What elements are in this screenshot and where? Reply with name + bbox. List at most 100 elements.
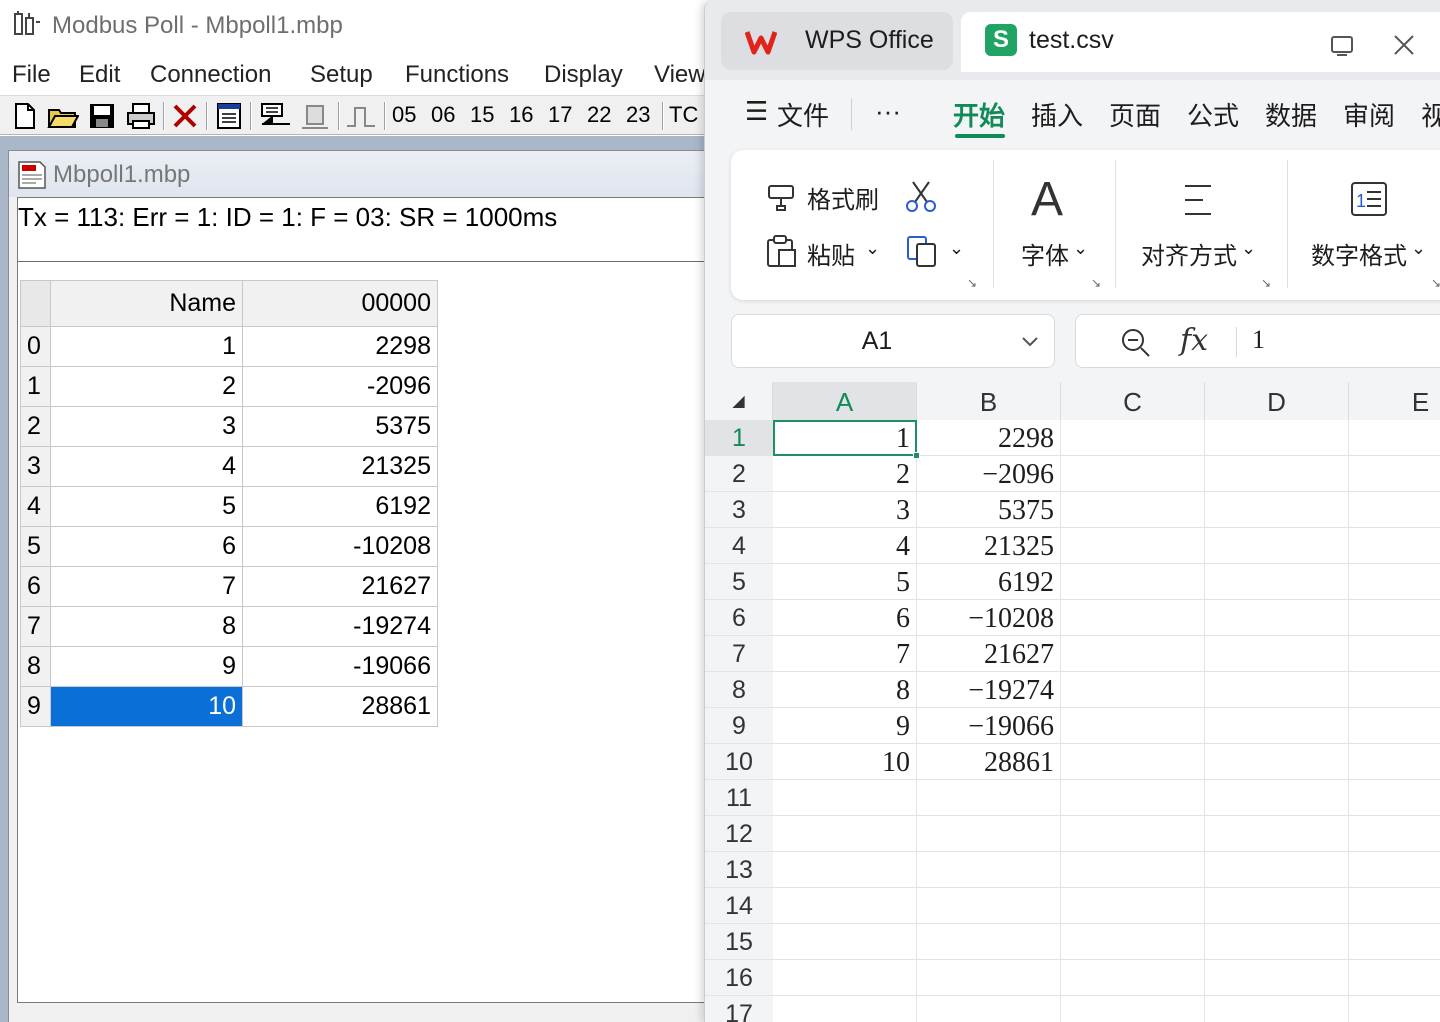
cell-b14[interactable] [917,888,1061,924]
row-header[interactable]: 8 [20,646,51,687]
name-cell[interactable]: 5 [50,486,243,527]
cell-d16[interactable] [1205,960,1349,996]
row-header[interactable]: 0 [20,326,51,367]
alignment-label[interactable]: 对齐方式 [1141,236,1237,271]
cell-c17[interactable] [1061,996,1205,1022]
format-painter-icon[interactable] [765,180,799,212]
menu-connection[interactable]: Connection [150,61,271,89]
value-cell[interactable]: -10208 [242,526,438,567]
alignment-dialog-launcher-icon[interactable]: ↘ [1261,276,1271,290]
cell-e16[interactable] [1349,960,1440,996]
font-dialog-launcher-icon[interactable]: ↘ [1091,276,1101,290]
cell-d17[interactable] [1205,996,1349,1022]
copy-icon[interactable] [905,234,941,268]
row-header-2[interactable]: 2 [705,456,773,492]
row-header-1[interactable]: 1 [705,420,773,456]
print-icon[interactable] [124,100,158,132]
number-format-dialog-launcher-icon[interactable]: ↘ [1431,276,1440,290]
value-cell[interactable]: -19066 [242,646,438,687]
table-row[interactable]: 3 4 21325 [20,446,438,487]
copy-dropdown-icon[interactable]: ⌄ [949,238,964,259]
name-cell[interactable]: 6 [50,526,243,567]
cell-a13[interactable] [773,852,917,888]
cell-b11[interactable] [917,780,1061,816]
cell-c9[interactable] [1061,708,1205,744]
row-header-6[interactable]: 6 [705,600,773,636]
cell-c16[interactable] [1061,960,1205,996]
cell-c8[interactable] [1061,672,1205,708]
paste-icon[interactable] [765,234,799,268]
table-row[interactable]: 4 5 6192 [20,486,438,527]
cell-c1[interactable] [1061,420,1205,456]
cell-d8[interactable] [1205,672,1349,708]
cell-d12[interactable] [1205,816,1349,852]
fx-icon[interactable]: fx [1180,323,1208,358]
chevron-down-icon[interactable] [1020,331,1040,351]
more-menu-icon[interactable]: ··· [875,96,901,127]
disconnect-icon[interactable] [297,100,333,132]
cell-d1[interactable] [1205,420,1349,456]
row-header[interactable]: 5 [20,526,51,567]
row-header[interactable]: 1 [20,366,51,407]
column-header-address[interactable]: 00000 [242,280,438,327]
cell-a9[interactable]: 9 [773,708,917,744]
cell-a8[interactable]: 8 [773,672,917,708]
cell-a10[interactable]: 10 [773,744,917,780]
row-header-7[interactable]: 7 [705,636,773,672]
cell-e9[interactable] [1349,708,1440,744]
name-cell[interactable]: 10 [50,686,243,727]
table-row[interactable]: 5 6 -10208 [20,526,438,567]
row-header-11[interactable]: 11 [705,780,773,816]
name-cell[interactable]: 7 [50,566,243,607]
cell-d11[interactable] [1205,780,1349,816]
row-header-9[interactable]: 9 [705,708,773,744]
paste-label[interactable]: 粘贴 [807,236,855,271]
cell-a6[interactable]: 6 [773,600,917,636]
name-cell[interactable]: 9 [50,646,243,687]
cell-a12[interactable] [773,816,917,852]
table-row[interactable]: 7 8 -19274 [20,606,438,647]
table-row[interactable]: 9 10 28861 [20,686,438,727]
value-cell[interactable]: -2096 [242,366,438,407]
cell-e14[interactable] [1349,888,1440,924]
name-box[interactable]: A1 [731,314,1055,368]
table-row[interactable]: 1 2 -2096 [20,366,438,407]
cell-d14[interactable] [1205,888,1349,924]
cell-c4[interactable] [1061,528,1205,564]
font-label[interactable]: 字体 [1021,236,1069,271]
table-row[interactable]: 2 3 5375 [20,406,438,447]
file-menu[interactable]: 文件 [777,96,829,133]
row-header-10[interactable]: 10 [705,744,773,780]
value-cell[interactable]: 28861 [242,686,438,727]
row-header[interactable]: 2 [20,406,51,447]
number-format-dropdown-icon[interactable]: ⌄ [1411,238,1426,259]
clipboard-dialog-launcher-icon[interactable]: ↘ [967,276,977,290]
fc-tc-button[interactable]: TC [669,102,698,128]
cell-a7[interactable]: 7 [773,636,917,672]
save-icon[interactable] [86,100,118,132]
select-all-corner[interactable]: ◢ [705,382,773,420]
tab-view[interactable]: 视 [1421,96,1440,133]
row-header-8[interactable]: 8 [705,672,773,708]
format-painter-label[interactable]: 格式刷 [807,180,879,215]
cell-a16[interactable] [773,960,917,996]
cell-b13[interactable] [917,852,1061,888]
name-cell[interactable]: 8 [50,606,243,647]
cell-b8[interactable]: −19274 [917,672,1061,708]
value-cell[interactable]: 6192 [242,486,438,527]
paste-dropdown-icon[interactable]: ⌄ [865,238,880,259]
cell-b7[interactable]: 21627 [917,636,1061,672]
table-corner[interactable] [20,280,51,327]
cell-e12[interactable] [1349,816,1440,852]
cell-a11[interactable] [773,780,917,816]
row-header-5[interactable]: 5 [705,564,773,600]
row-header-3[interactable]: 3 [705,492,773,528]
value-cell[interactable]: -19274 [242,606,438,647]
name-cell[interactable]: 4 [50,446,243,487]
cell-b4[interactable]: 21325 [917,528,1061,564]
cell-c13[interactable] [1061,852,1205,888]
cell-d10[interactable] [1205,744,1349,780]
window-icon[interactable] [214,100,244,132]
fc-15-button[interactable]: 15 [470,102,494,128]
connect-icon[interactable] [257,100,293,132]
